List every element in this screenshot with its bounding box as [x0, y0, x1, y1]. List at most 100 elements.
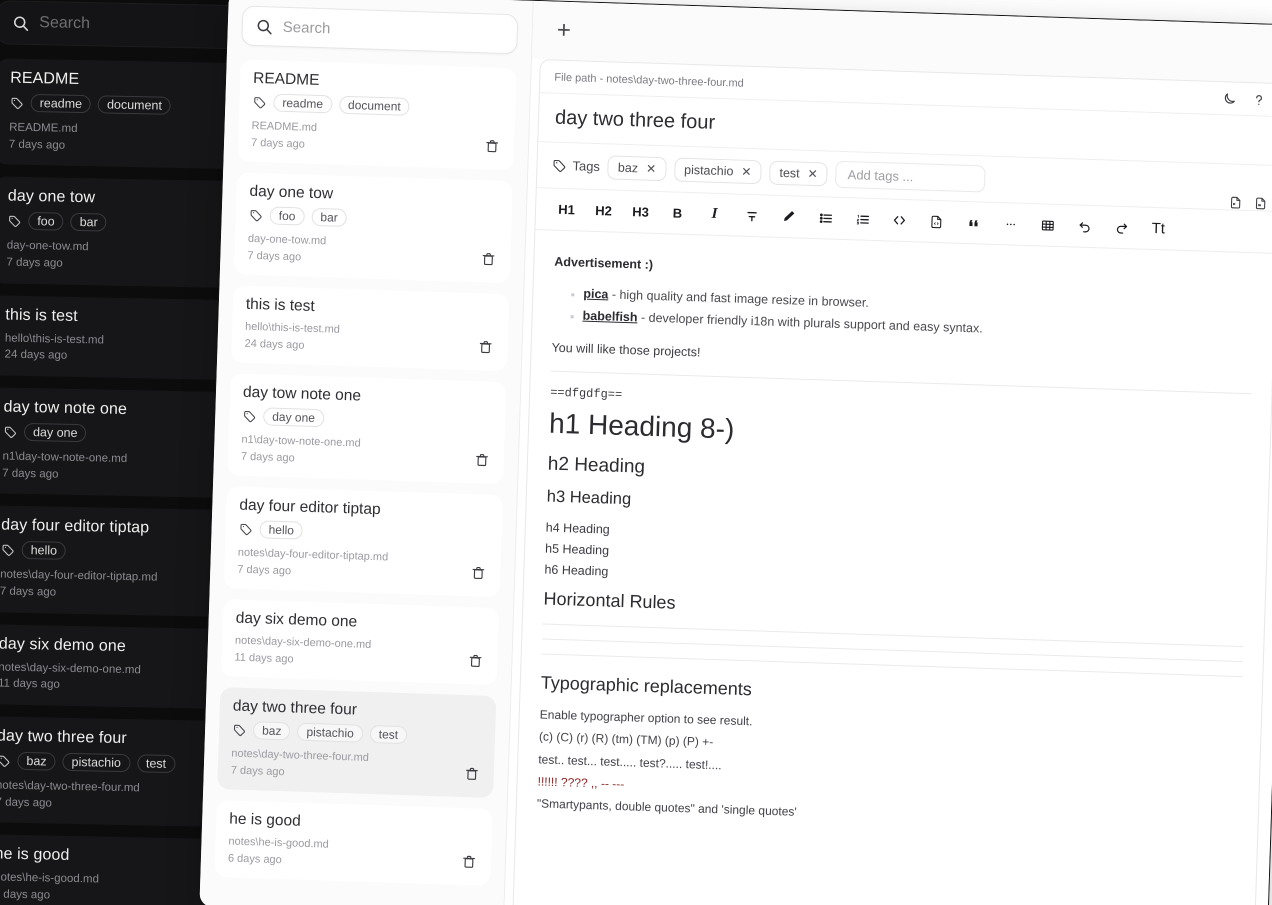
delete-note-icon[interactable] — [467, 652, 486, 671]
italic-button[interactable]: I — [696, 200, 734, 228]
editor-tag-chip[interactable]: test ✕ — [769, 160, 829, 186]
dark-note-title: this is test — [5, 306, 78, 325]
delete-note-icon[interactable] — [474, 451, 493, 470]
dark-note-tags: foo bar — [7, 212, 247, 235]
note-tag[interactable]: baz — [252, 721, 291, 741]
note-tag[interactable]: day one — [262, 407, 325, 428]
code-block-button[interactable] — [917, 207, 955, 235]
search-icon — [12, 14, 29, 31]
note-tag[interactable]: readme — [273, 93, 333, 114]
note-card[interactable]: this is test hello\this-is-test.md 24 days… — [230, 285, 510, 372]
search-input[interactable]: Search — [241, 5, 519, 55]
table-icon — [1039, 217, 1056, 234]
blockquote-button[interactable] — [954, 209, 992, 237]
editor-tag-label: pistachio — [683, 162, 734, 178]
table-button[interactable] — [1028, 211, 1066, 239]
dark-mode-icon[interactable] — [1221, 91, 1238, 108]
tag-icon — [551, 158, 566, 173]
remove-tag-icon[interactable]: ✕ — [741, 164, 752, 178]
delete-note-icon[interactable] — [461, 853, 480, 872]
delete-note-icon[interactable] — [480, 250, 499, 269]
note-card[interactable]: day six demo one notes\day-six-demo-one.m… — [220, 599, 500, 686]
bullet-list-button[interactable] — [807, 204, 845, 232]
remove-tag-icon[interactable]: ✕ — [646, 161, 657, 175]
advertisement-link[interactable]: pica — [583, 286, 608, 301]
tag-icon — [252, 95, 266, 109]
file-path-label: File path - notes\day-two-three-four.md — [554, 71, 744, 90]
note-card[interactable]: day tow note one day one n1\day-tow-note-o… — [227, 373, 507, 485]
note-card[interactable]: day one tow foo bar day-one-tow.md 7 days ag… — [233, 172, 513, 284]
help-icon[interactable] — [1251, 92, 1268, 109]
dark-note-tags: baz pistachio test — [0, 751, 237, 775]
add-tags-input[interactable]: Add tags ... — [835, 160, 987, 193]
note-card[interactable]: README readme document README.md 7 days ago — [237, 59, 517, 171]
tag-icon — [249, 208, 263, 222]
note-title: day six demo one — [235, 609, 358, 631]
code-icon — [891, 212, 909, 230]
advertisement-list: pica - high quality and fast image resiz… — [552, 282, 1254, 348]
redo-button[interactable] — [1102, 213, 1140, 241]
dark-note-tag[interactable]: readme — [30, 94, 92, 114]
note-card[interactable]: day four editor tiptap hello notes\day-fou… — [223, 486, 503, 598]
delete-note-icon[interactable] — [477, 338, 496, 357]
inline-code-button[interactable] — [880, 206, 918, 234]
note-tags: baz pistachio test — [232, 721, 482, 747]
tag-icon — [3, 425, 17, 439]
document-content[interactable]: Advertisement :) pica - high quality and… — [513, 230, 1272, 905]
dark-note-time: 11 days ago — [0, 677, 60, 692]
dark-note-tag[interactable]: test — [136, 754, 176, 774]
note-tags: day one — [242, 407, 492, 433]
heading-1-button[interactable]: H1 — [548, 195, 586, 223]
heading-3-button[interactable]: H3 — [622, 198, 660, 226]
dark-note-tag[interactable]: pistachio — [62, 752, 131, 773]
delete-note-icon[interactable] — [464, 765, 483, 784]
pen-icon — [781, 209, 796, 224]
export-pdf-icon[interactable] — [1228, 194, 1243, 210]
note-tag[interactable]: bar — [311, 207, 348, 227]
bold-button[interactable]: B — [659, 199, 697, 227]
dark-note-tag[interactable]: baz — [17, 751, 56, 771]
ordered-list-icon — [854, 211, 871, 228]
tag-icon — [10, 96, 24, 110]
note-tag[interactable]: hello — [259, 520, 304, 540]
highlight-button[interactable] — [770, 203, 808, 231]
editor-tag-chip[interactable]: pistachio ✕ — [673, 157, 762, 184]
strikethrough-button[interactable] — [733, 201, 771, 229]
new-note-button[interactable]: + — [548, 15, 579, 46]
redo-icon — [1113, 219, 1130, 236]
dark-note-tag[interactable]: bar — [70, 213, 107, 232]
dark-note-tag[interactable]: day one — [23, 422, 87, 443]
note-list-panel: Search README readme document README.md 7 da… — [199, 0, 534, 905]
dark-note-tag[interactable]: foo — [28, 212, 64, 232]
note-list-scroll-area[interactable]: README readme document README.md 7 days ago d… — [199, 55, 531, 905]
dark-note-time: 7 days ago — [0, 585, 57, 599]
note-tags: foo bar — [248, 206, 498, 232]
tag-icon — [242, 409, 256, 423]
dark-note-tag[interactable]: document — [97, 95, 172, 115]
delete-note-icon[interactable] — [484, 137, 503, 156]
app-window: Search README readme document README.md 7 da… — [198, 0, 1272, 905]
note-tag[interactable]: document — [338, 95, 411, 116]
note-tags: readme document — [252, 93, 502, 119]
export-word-icon[interactable] — [1253, 195, 1268, 211]
undo-button[interactable] — [1065, 212, 1103, 240]
ordered-list-button[interactable] — [844, 205, 882, 233]
advertisement-link[interactable]: babelfish — [582, 308, 637, 324]
heading-2-button[interactable]: H2 — [585, 197, 623, 225]
dark-note-title: day four editor tiptap — [1, 516, 150, 537]
dark-note-tag[interactable]: hello — [21, 541, 67, 561]
note-title: this is test — [245, 295, 316, 315]
note-tag[interactable]: pistachio — [297, 722, 364, 743]
horizontal-rule-button[interactable] — [991, 210, 1029, 238]
remove-tag-icon[interactable]: ✕ — [807, 166, 818, 180]
dark-note-title: day tow note one — [3, 398, 128, 419]
editor-tag-chip[interactable]: baz ✕ — [607, 154, 667, 181]
clear-format-button[interactable]: Tt — [1139, 215, 1177, 243]
code-block-icon — [929, 213, 945, 229]
note-card[interactable]: day two three four baz pistachio test notes\… — [217, 687, 497, 798]
note-tag[interactable]: test — [369, 724, 408, 745]
note-title: he is good — [228, 810, 302, 830]
note-tag[interactable]: foo — [269, 206, 305, 226]
note-card[interactable]: he is good notes\he-is-good.md 6 days ago — [214, 800, 493, 886]
delete-note-icon[interactable] — [470, 564, 489, 583]
